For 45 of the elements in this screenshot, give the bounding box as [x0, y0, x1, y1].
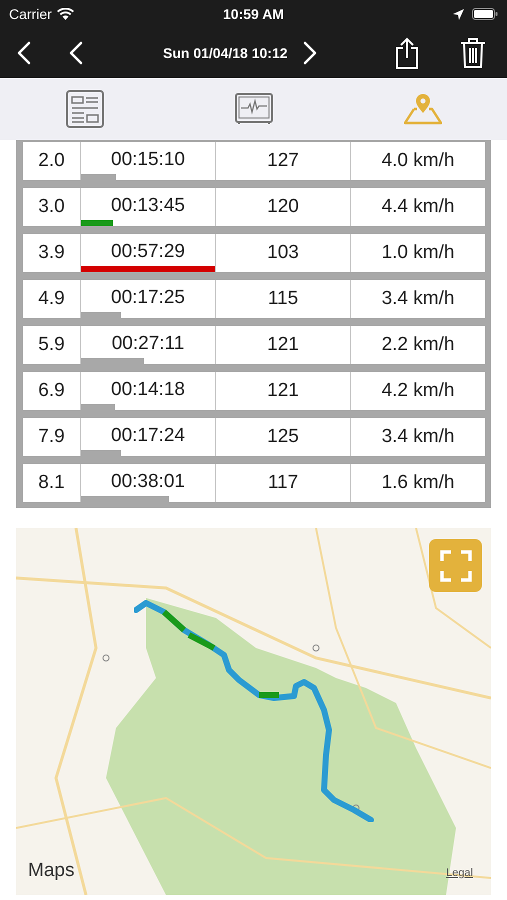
table-cell: 3.9 [23, 234, 80, 272]
fullscreen-icon [440, 550, 472, 582]
table-cell: 121 [216, 326, 350, 364]
legal-link[interactable]: Legal [446, 864, 473, 881]
table-cell: 115 [216, 280, 350, 318]
maps-logo: Maps [28, 858, 74, 882]
table-cell-text: 00:17:24 [111, 424, 185, 448]
share-icon[interactable] [394, 37, 420, 69]
table-cell: 7.9 [23, 418, 80, 456]
table-cell-text: 00:38:01 [111, 470, 185, 494]
trash-icon[interactable] [460, 38, 486, 68]
table-cell: 3.0 [23, 188, 80, 226]
table-cell: 4.0 km/h [351, 142, 485, 180]
table-cell: 4.9 [23, 280, 80, 318]
table-cell: 2.2 km/h [351, 326, 485, 364]
clock: 10:59 AM [223, 4, 284, 24]
table-cell: 103 [216, 234, 350, 272]
chart-tab[interactable] [234, 93, 272, 125]
table-cell-text: 00:57:29 [111, 240, 185, 264]
table-cell: 4.4 km/h [351, 188, 485, 226]
summary-tab[interactable] [66, 90, 104, 128]
table-cell: 127 [216, 142, 350, 180]
wifi-icon [56, 8, 74, 20]
nav-title: Sun 01/04/18 10:12 [163, 44, 288, 62]
table-cell: 1.6 km/h [351, 464, 485, 502]
table-cell: 120 [216, 188, 350, 226]
table-cell: 117 [216, 464, 350, 502]
table-cell: 5.9 [23, 326, 80, 364]
carrier-label: Carrier [9, 4, 52, 24]
table-cell-text: 00:15:10 [111, 148, 185, 172]
table-cell: 3.4 km/h [351, 418, 485, 456]
table-cell: 1.0 km/h [351, 234, 485, 272]
battery-icon [472, 8, 498, 20]
table-cell-text: 00:14:18 [111, 378, 185, 402]
table-cell-text: 00:27:11 [112, 332, 184, 356]
table-cell: 3.4 km/h [351, 280, 485, 318]
table-cell: 4.2 km/h [351, 372, 485, 410]
table-cell: 121 [216, 372, 350, 410]
table-cell-text: 00:17:25 [111, 286, 185, 310]
table-cell: 6.9 [23, 372, 80, 410]
location-arrow-icon [452, 8, 464, 20]
table-cell: 125 [216, 418, 350, 456]
table-cell-text: 00:13:45 [111, 194, 185, 218]
table-cell: 8.1 [23, 464, 80, 502]
table-cell: 2.0 [23, 142, 80, 180]
